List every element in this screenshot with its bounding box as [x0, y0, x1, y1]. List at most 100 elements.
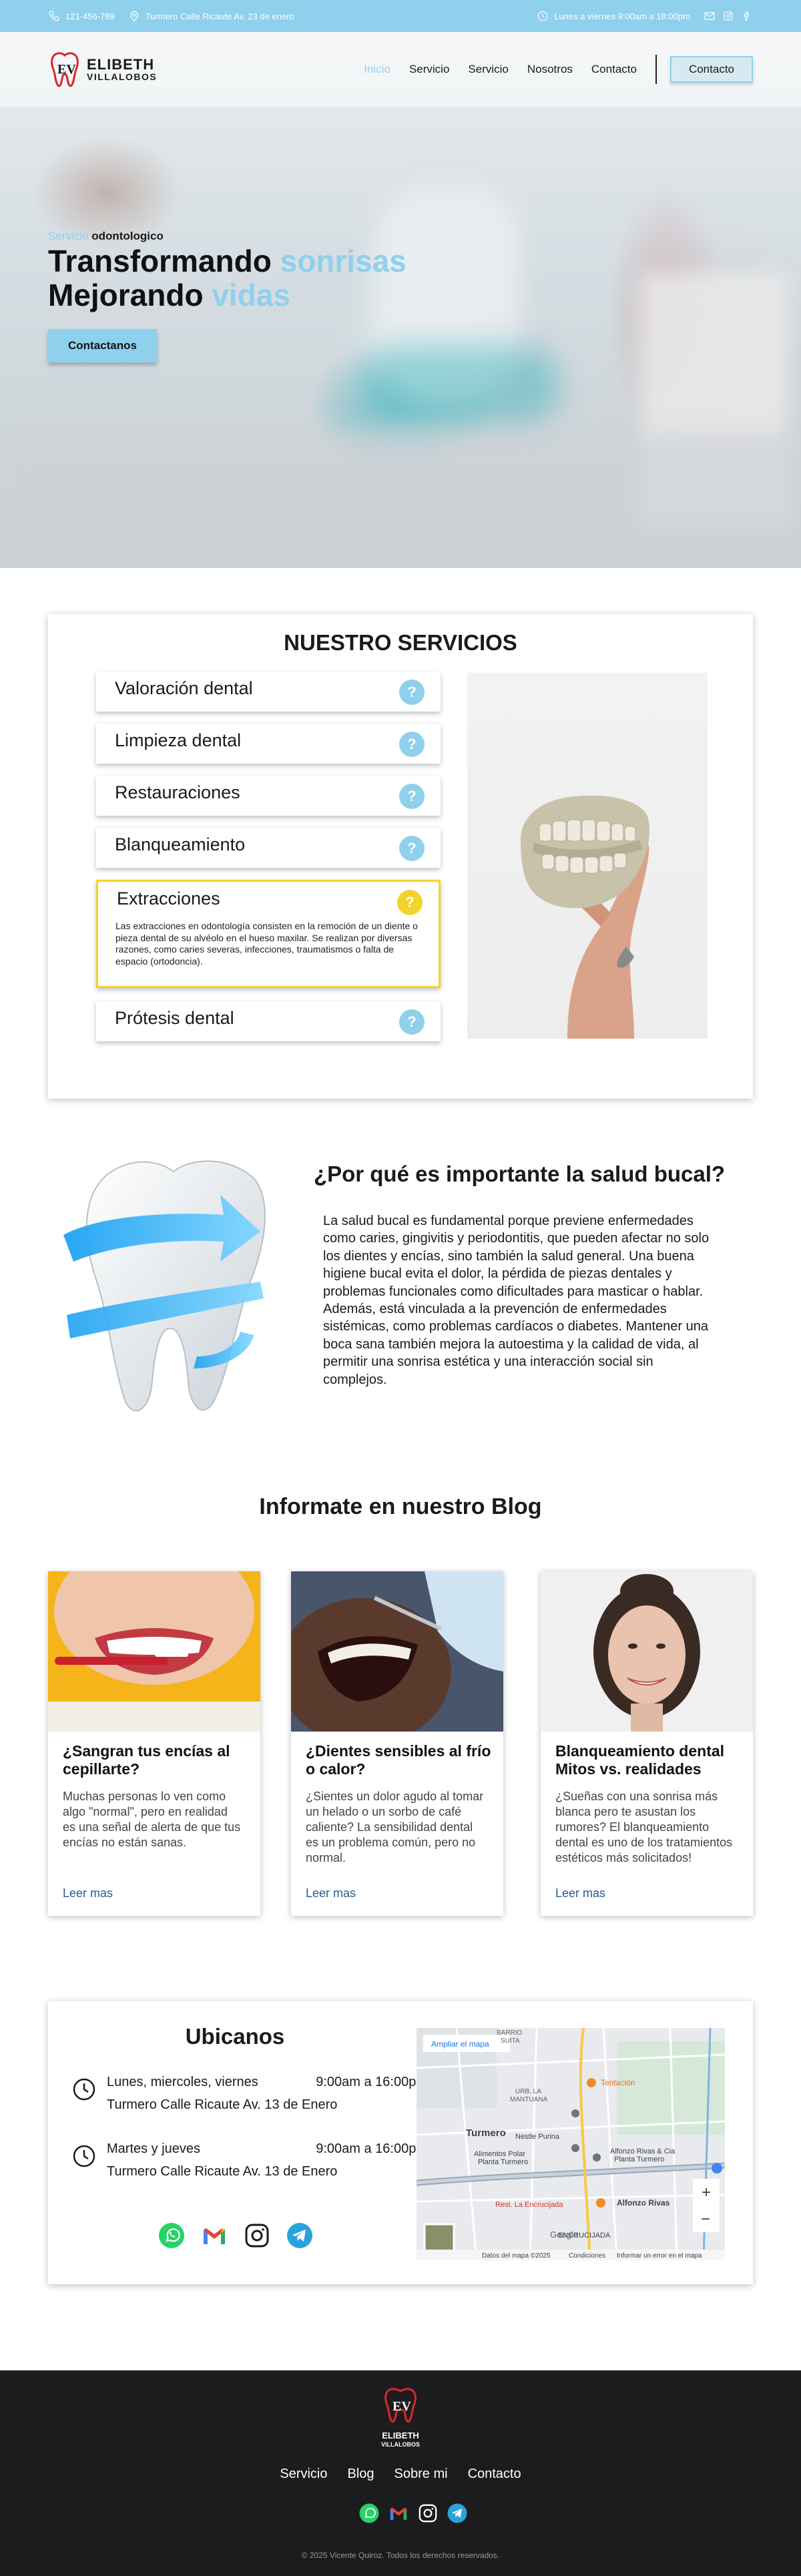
whatsapp-icon[interactable]	[158, 2222, 186, 2250]
question-icon[interactable]: ?	[399, 680, 425, 705]
map-label: Rest. La Encrucijada	[495, 2201, 563, 2209]
hero-content: Servicio odontologico Transformando sonr…	[48, 230, 407, 363]
clock-icon	[537, 11, 548, 21]
instagram-icon[interactable]	[722, 10, 734, 22]
why-body: La salud bucal es fundamental porque pre…	[323, 1214, 710, 1387]
footer-nav: Servicio Blog Sobre mi Contacto	[0, 2467, 801, 2482]
brand-name-line2: VILLALOBOS	[87, 71, 158, 83]
main-nav: Inicio Servicio Servicio Nosotros Contac…	[345, 55, 753, 84]
hero-line1-dark: Transformando	[48, 244, 272, 278]
service-label: Extracciones	[117, 888, 220, 909]
clock-icon	[73, 2078, 95, 2101]
map-footer-text: Datos del mapa ©2025	[482, 2252, 551, 2260]
schedule-days: Martes y jueves	[107, 2141, 201, 2156]
map-terms-link[interactable]: Condiciones	[569, 2252, 605, 2260]
google-map[interactable]: Ampliar el mapa BARRIO SUITA URB. LA MAN…	[417, 2028, 725, 2260]
tooth-illustration	[60, 1148, 280, 1422]
brand-name-line1: ELIBETH	[87, 56, 155, 73]
blog-card[interactable]: ¿Sangran tus encías al cepillarte? Mucha…	[48, 1571, 260, 1916]
service-extracciones[interactable]: Extracciones ? Las extracciones en odont…	[96, 880, 441, 988]
service-limpieza[interactable]: Limpieza dental ?	[96, 724, 441, 764]
phone-icon	[49, 11, 59, 21]
instagram-icon[interactable]	[417, 2503, 439, 2524]
site-footer: EV ELIBETH VILLALOBOS Servicio Blog Sobr…	[0, 2370, 801, 2576]
footer-logo[interactable]: EV ELIBETH VILLALOBOS	[374, 2386, 427, 2454]
service-label: Valoración dental	[115, 678, 253, 698]
map-label: Alimentos Polar	[474, 2150, 525, 2158]
main-header: EV ELIBETH VILLALOBOS Inicio Servicio Se…	[0, 32, 801, 107]
nav-inicio[interactable]: Inicio	[364, 63, 390, 76]
schedule-time: 9:00am a 16:00pm	[316, 2075, 427, 2089]
why-title: ¿Por qué es importante la salud bucal?	[313, 1162, 726, 1186]
instagram-icon[interactable]	[243, 2222, 271, 2250]
nav-servicio[interactable]: Servicio	[409, 63, 449, 76]
blog-card[interactable]: ¿Dientes sensibles al frío o calor? ¿Sie…	[291, 1571, 503, 1916]
question-icon[interactable]: ?	[399, 784, 425, 809]
phone-info[interactable]: 121-456-789	[48, 10, 115, 22]
hours-info: Lunes a viernes 9:00am a 18:00pm	[537, 10, 690, 22]
service-label: Restauraciones	[115, 782, 240, 802]
facebook-icon[interactable]	[741, 10, 753, 22]
nav-divider	[655, 55, 657, 84]
question-icon[interactable]: ?	[399, 1009, 425, 1035]
nav-servicio-2[interactable]: Servicio	[468, 63, 508, 76]
footer-link-contacto[interactable]: Contacto	[468, 2467, 521, 2482]
map-label: Alfonzo Rivas & Cia	[610, 2147, 676, 2155]
blog-card[interactable]: Blanqueamiento dental Mitos vs. realidad…	[541, 1571, 753, 1916]
logo-monogram: EV	[57, 62, 76, 77]
map-google-logo: Google	[550, 2230, 578, 2240]
service-protesis[interactable]: Prótesis dental ?	[96, 1001, 441, 1041]
service-blanqueamiento[interactable]: Blanqueamiento ?	[96, 828, 441, 868]
map-label: Nestle Purina	[515, 2133, 560, 2141]
footer-link-servicio[interactable]: Servicio	[280, 2467, 327, 2482]
question-icon[interactable]: ?	[399, 836, 425, 861]
map-label: Planta Turmero	[478, 2158, 528, 2166]
nav-nosotros[interactable]: Nosotros	[527, 63, 573, 76]
phone-number: 121-456-789	[65, 11, 115, 21]
hero-line2-dark: Mejorando	[48, 277, 204, 312]
hero-kicker-dark: odontologico	[91, 230, 164, 242]
question-icon[interactable]: ?	[399, 732, 425, 757]
gmail-icon[interactable]	[388, 2503, 409, 2524]
contactanos-button[interactable]: Contactanos	[48, 329, 157, 363]
footer-link-blog[interactable]: Blog	[348, 2467, 374, 2482]
map-label: Turmero	[466, 2127, 506, 2139]
mail-icon[interactable]	[704, 10, 716, 22]
blog-post-title: ¿Dientes sensibles al frío o calor?	[306, 1742, 491, 1778]
read-more-link[interactable]: Leer mas	[306, 1886, 356, 1900]
blog-post-excerpt: Muchas personas lo ven como algo "normal…	[63, 1790, 241, 1850]
map-label: Alfonzo Rivas	[617, 2198, 670, 2208]
footer-brand-line1: ELIBETH	[382, 2430, 419, 2440]
map-zoom-out[interactable]: −	[701, 2210, 710, 2228]
location-section: Ubicanos Lunes, miercoles, viernes 9:00am…	[48, 2001, 753, 2284]
map-label: MANTUANA	[510, 2096, 547, 2103]
map-report-link[interactable]: Informar un error en el mapa	[617, 2252, 702, 2260]
read-more-link[interactable]: Leer mas	[555, 1886, 605, 1900]
hero-headline: Transformando sonrisas Mejorando vidas	[48, 244, 407, 312]
schedule-time: 9:00am a 16:00pm	[316, 2141, 427, 2156]
read-more-link[interactable]: Leer mas	[63, 1886, 113, 1900]
service-valoracion[interactable]: Valoración dental ?	[96, 672, 441, 712]
map-expand-link[interactable]: Ampliar el mapa	[431, 2039, 489, 2049]
service-restauraciones[interactable]: Restauraciones ?	[96, 776, 441, 816]
question-icon[interactable]: ?	[397, 890, 423, 915]
footer-social-links	[358, 2503, 468, 2524]
nav-contacto[interactable]: Contacto	[591, 63, 637, 76]
map-label: Tentación	[601, 2078, 635, 2087]
schedule-days: Lunes, miercoles, viernes	[107, 2075, 258, 2089]
telegram-icon[interactable]	[447, 2503, 468, 2524]
clock-icon	[73, 2145, 95, 2167]
hours-text: Lunes a viernes 9:00am a 18:00pm	[554, 11, 690, 21]
map-label: Planta Turmero	[614, 2155, 664, 2163]
brand-logo[interactable]: EV ELIBETH VILLALOBOS	[48, 51, 157, 88]
blog-title: Informate en nuestro Blog	[259, 1494, 542, 1519]
gmail-icon[interactable]	[200, 2222, 228, 2250]
hero-line1-light: sonrisas	[280, 244, 407, 278]
map-zoom-in[interactable]: +	[702, 2183, 711, 2202]
blog-post-title: ¿Sangran tus encías al cepillarte?	[63, 1742, 230, 1778]
telegram-icon[interactable]	[286, 2222, 314, 2250]
contact-button[interactable]: Contacto	[670, 56, 753, 83]
whatsapp-icon[interactable]	[358, 2503, 380, 2524]
footer-link-sobre-mi[interactable]: Sobre mi	[394, 2467, 448, 2482]
map-label: BARRIO	[497, 2029, 523, 2037]
